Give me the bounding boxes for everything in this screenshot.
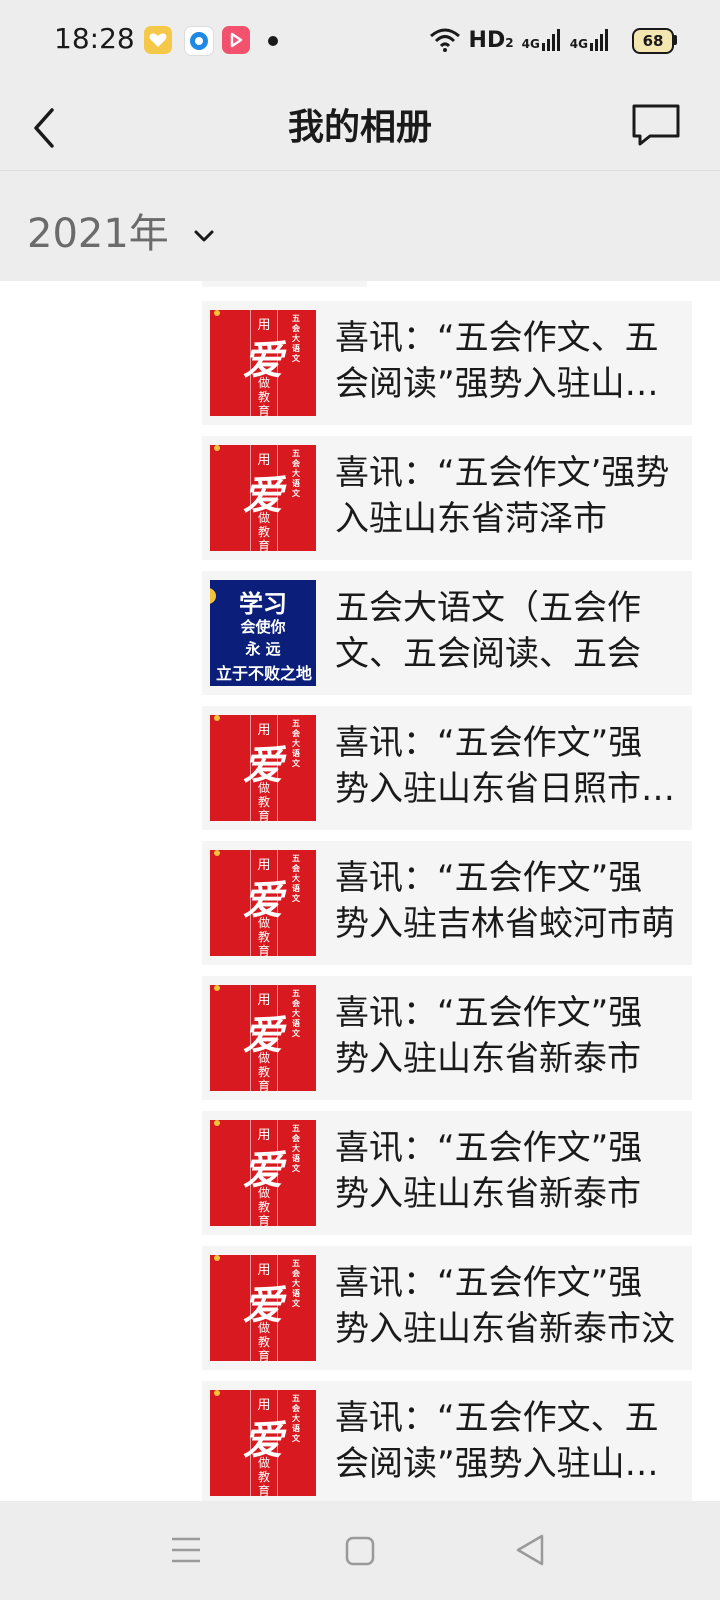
item-thumbnail: 用爱做教育 五会大语文 <box>210 1390 316 1496</box>
wifi-icon <box>429 28 460 52</box>
item-thumbnail: 用爱做教育 五会大语文 <box>210 445 316 551</box>
menu-icon[interactable] <box>170 1535 202 1565</box>
year-filter-bar: 2021年 <box>0 171 720 281</box>
system-nav-bar <box>0 1501 720 1600</box>
list-item[interactable]: 用爱做教育五会大语文喜讯：“五会作文、五会阅读”强势入驻山东省 <box>202 301 692 425</box>
status-indicators: HD2 4G 4G <box>429 24 658 56</box>
item-thumbnail: 用爱做教育 五会大语文 <box>210 715 316 821</box>
thumb-bottom-text: 做教育 <box>257 376 270 416</box>
item-thumbnail: 学习 会使你永 远立于不败之地 <box>210 580 316 686</box>
thumb-side-text: 五会大语文 <box>292 1394 300 1443</box>
year-selector[interactable]: 2021年 <box>27 201 216 259</box>
thumb-side-text: 五会大语文 <box>292 449 300 498</box>
signal-2-icon: 4G <box>570 29 610 51</box>
signal-1-icon: 4G <box>522 29 562 51</box>
thumb-side-text: 五会大语文 <box>292 854 300 903</box>
item-thumbnail: 用爱做教育 五会大语文 <box>210 985 316 1091</box>
thumb-blue-line3: 永 远 <box>245 640 281 658</box>
thumb-side-text: 五会大语文 <box>292 719 300 768</box>
item-thumbnail: 用爱做教育 五会大语文 <box>210 1120 316 1226</box>
year-label: 2021年 <box>27 211 169 257</box>
thumb-bottom-text: 做教育 <box>257 1051 270 1091</box>
item-title: 喜讯：“五会作文”强势入驻山东省新泰市 <box>335 993 643 1079</box>
title-bar: 我的相册 <box>0 80 720 171</box>
list-item[interactable]: 用爱做教育 五会大语文 喜讯：“五会作文”强势入驻山东省新泰市 <box>202 1111 692 1235</box>
message-bubble-icon <box>632 104 680 146</box>
thumb-blue-line4: 立于不败之地 <box>215 664 312 683</box>
list-item[interactable]: 用爱做教育 五会大语文 喜讯：“五会作文”强势入驻山东省新泰市 <box>202 976 692 1100</box>
item-thumbnail: 用爱做教育 五会大语文 <box>210 310 316 416</box>
thumb-blue-line2: 会使你 <box>240 618 286 636</box>
item-title: 喜讯：“五会作文、五会阅读”强势入驻山东省 <box>335 1398 659 1484</box>
browser-app-icon <box>184 26 214 56</box>
album-list[interactable]: 用爱做教育五会大语文喜讯：“五会作文、五会阅读”强势入驻山东省用爱做教育五会大语… <box>0 281 720 1501</box>
message-button[interactable] <box>628 96 684 152</box>
thumb-side-text: 五会大语文 <box>292 989 300 1038</box>
item-title: 喜讯：“五会作文”强势入驻山东省新泰市汶 <box>335 1263 675 1349</box>
status-bar: 18:28 HD2 4G 4G 68 <box>0 0 720 80</box>
thumb-side-text: 五会大语文 <box>292 1259 300 1308</box>
thumb-bottom-text: 做教育 <box>257 511 270 551</box>
list-item[interactable]: 用爱做教育 五会大语文 喜讯：“五会作文”强势入驻山东省新泰市汶 <box>202 1246 692 1370</box>
item-title: 喜讯：“五会作文”强势入驻山东省新泰市 <box>335 1128 643 1214</box>
thumb-bottom-text: 做教育 <box>257 1321 270 1361</box>
partial-list-item <box>202 281 367 287</box>
item-title: 五会大语文（五会作文、五会阅读、五会 <box>335 588 641 674</box>
item-thumbnail: 用爱做教育 五会大语文 <box>210 1255 316 1361</box>
item-thumbnail: 用爱做教育 五会大语文 <box>210 850 316 956</box>
thumb-bottom-text: 做教育 <box>257 1456 270 1496</box>
battery-icon: 68 <box>632 28 674 54</box>
video-app-icon <box>222 26 250 54</box>
item-title: 喜讯：“五会作文”强势入驻山东省日照市莒县 <box>335 723 675 809</box>
notification-dot <box>268 36 278 46</box>
page-title: 我的相册 <box>287 107 432 148</box>
thumb-bottom-text: 做教育 <box>257 916 270 956</box>
chevron-down-icon <box>194 230 214 242</box>
list-item[interactable]: 用爱做教育五会大语文喜讯：“五会作文”强势入驻山东省日照市莒县 <box>202 706 692 830</box>
square-home-icon[interactable] <box>344 1535 376 1567</box>
list-item[interactable]: 用爱做教育五会大语文喜讯：“五会作文、五会阅读”强势入驻山东省 <box>202 1381 692 1501</box>
status-time: 18:28 <box>54 22 135 55</box>
item-title: 喜讯：“五会作文’强势入驻山东省菏泽市 <box>335 453 670 539</box>
list-item[interactable]: 用爱做教育 五会大语文 喜讯：“五会作文’强势入驻山东省菏泽市 <box>202 436 692 560</box>
item-title: 喜讯：“五会作文、五会阅读”强势入驻山东省 <box>335 318 659 404</box>
battery-tip <box>673 35 677 45</box>
list-item[interactable]: 学习 会使你永 远立于不败之地 五会大语文（五会作文、五会阅读、五会 <box>202 571 692 695</box>
item-title: 喜讯：“五会作文”强势入驻吉林省蛟河市萌 <box>335 858 675 944</box>
heart-app-icon <box>144 26 172 54</box>
thumb-side-text: 五会大语文 <box>292 1124 300 1173</box>
thumb-side-text: 五会大语文 <box>292 314 300 363</box>
triangle-back-icon[interactable] <box>514 1533 546 1567</box>
thumb-blue-line1: 学习 <box>239 590 287 618</box>
thumb-bottom-text: 做教育 <box>257 781 270 821</box>
list-item[interactable]: 用爱做教育 五会大语文 喜讯：“五会作文”强势入驻吉林省蛟河市萌 <box>202 841 692 965</box>
thumb-bottom-text: 做教育 <box>257 1186 270 1226</box>
network-hd-label: HD2 <box>468 27 514 53</box>
